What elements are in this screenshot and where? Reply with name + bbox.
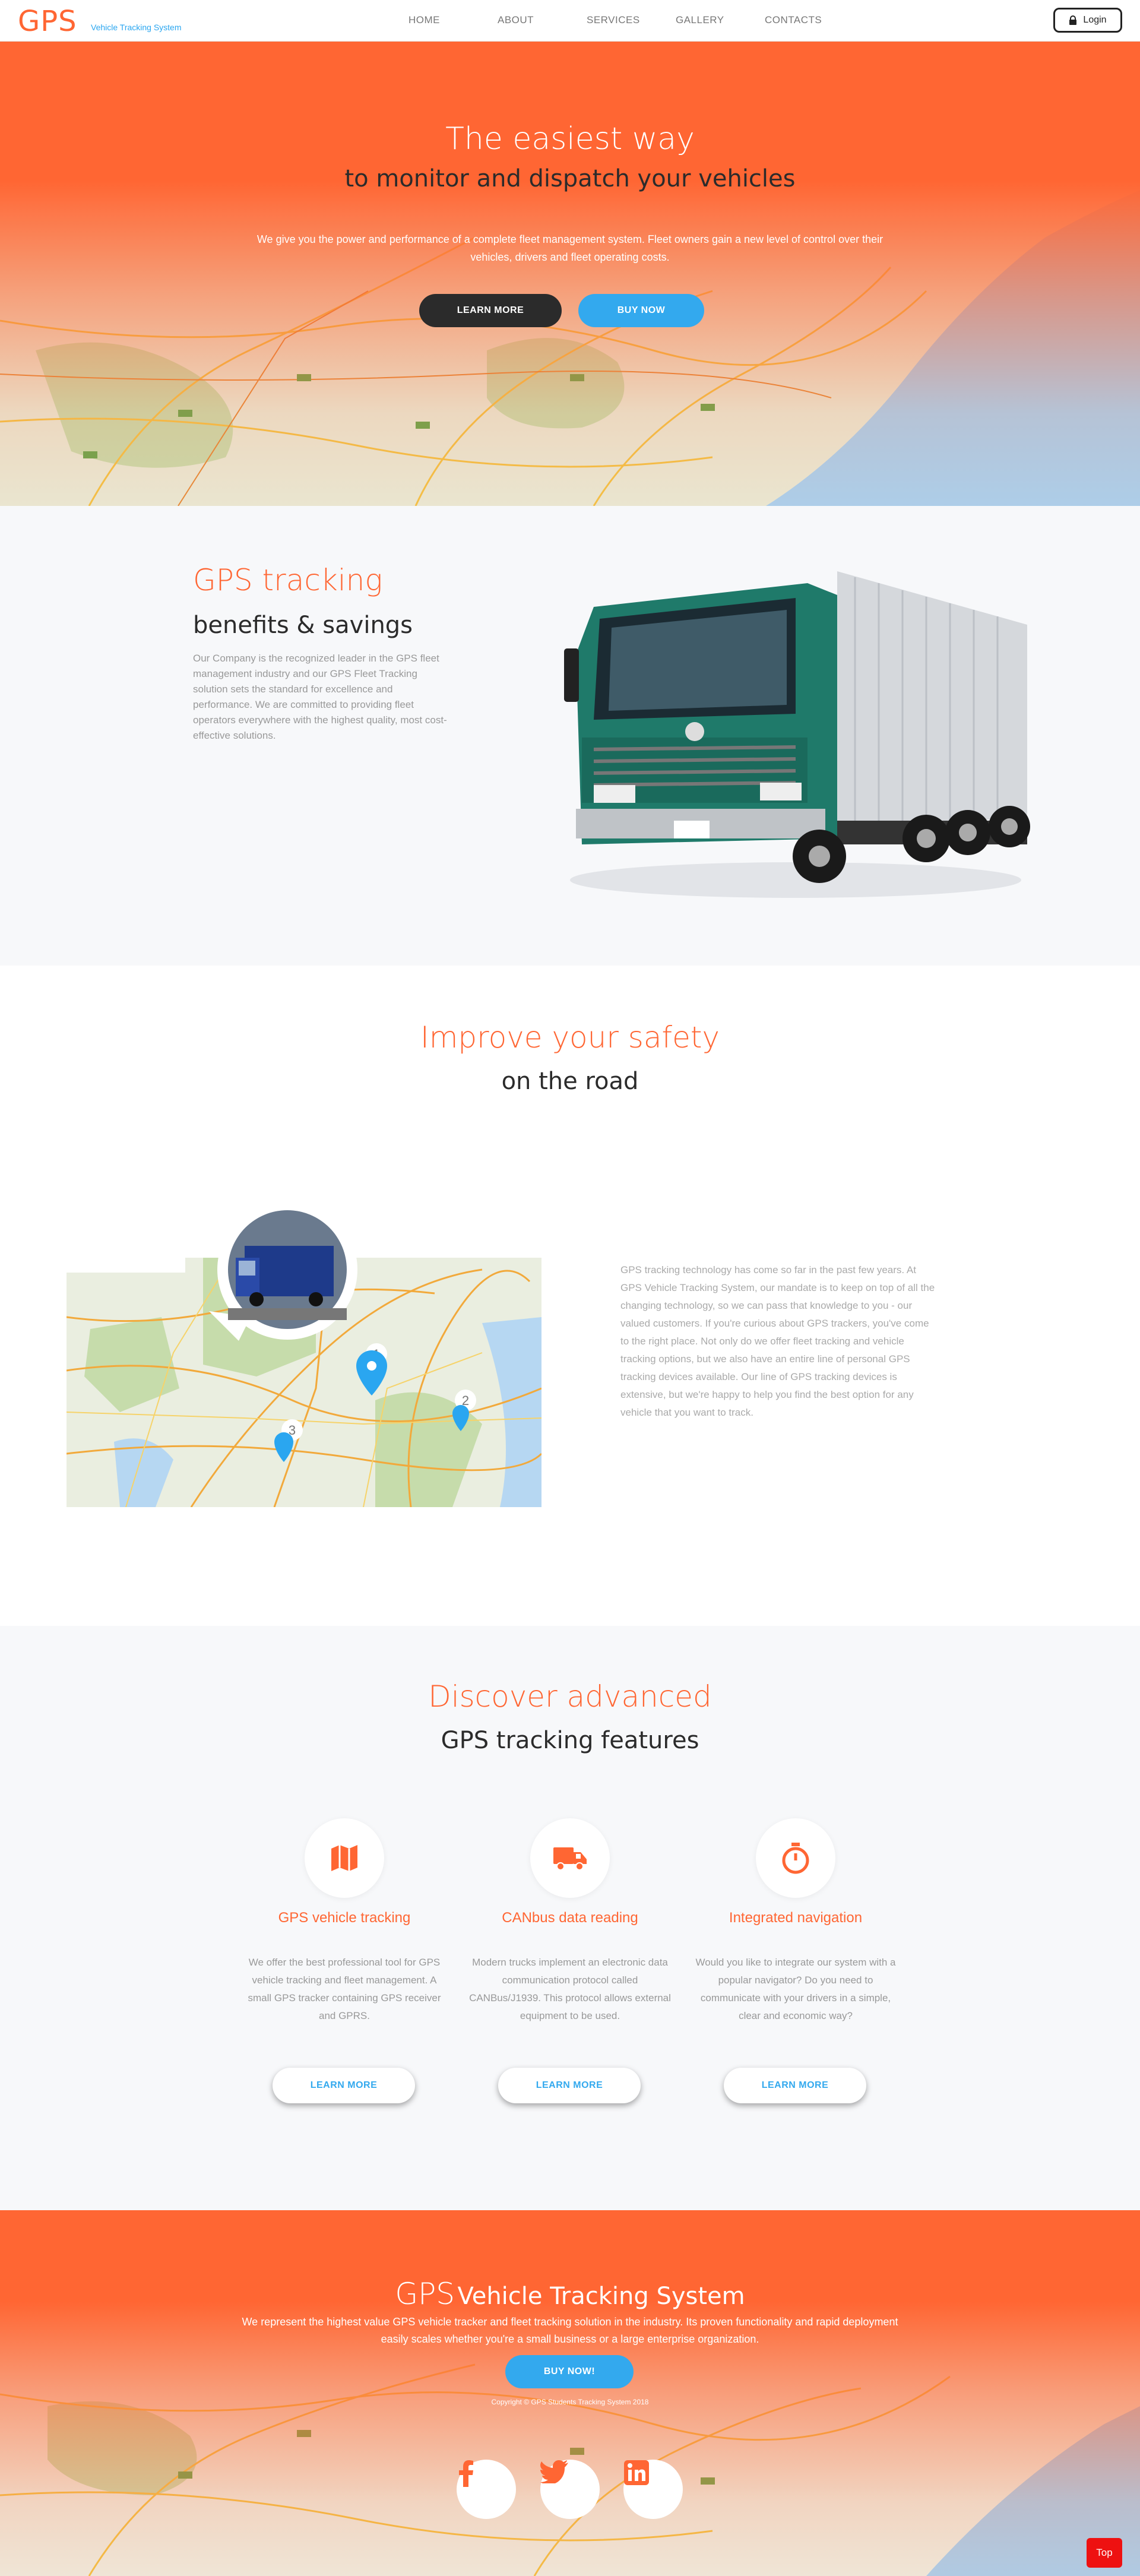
feature-learn-more-button-2[interactable]: LEARN MORE: [498, 2068, 641, 2103]
map-icon: [331, 1845, 357, 1871]
features-section: Discover advanced GPS tracking features …: [0, 1626, 1140, 2210]
benefits-section: GPS tracking benefits & savings Our Comp…: [0, 506, 1140, 966]
facebook-icon: [459, 2460, 473, 2487]
feature-map-card-icon: [305, 1818, 384, 1898]
login-label: Login: [1083, 15, 1107, 25]
feature-learn-more-button-3[interactable]: LEARN MORE: [724, 2068, 866, 2103]
footer-brand-rest: Vehicle Tracking System: [457, 2283, 745, 2310]
nav-contacts[interactable]: CONTACTS: [765, 14, 854, 26]
twitter-link[interactable]: [540, 2460, 600, 2519]
features-title: Discover advanced: [428, 1679, 712, 1714]
footer-buy-now-button[interactable]: BUY NOW!: [505, 2355, 634, 2388]
feature-learn-more-button-1[interactable]: LEARN MORE: [273, 2068, 415, 2103]
hero-description: We give you the power and performance of…: [256, 233, 884, 263]
footer-brand: GPS Vehicle Tracking System: [0, 2277, 1140, 2311]
linkedin-icon: [624, 2460, 649, 2485]
feature-text-3: Would you like to integrate our system w…: [695, 1957, 896, 2021]
truck-image: [564, 571, 1030, 898]
hero-section: The easiest way to monitor and dispatch …: [0, 42, 1140, 506]
twitter-icon: [540, 2460, 568, 2483]
feature-title-2: CANbus data reading: [502, 1910, 638, 1926]
stopwatch-icon: [782, 1843, 809, 1874]
feature-truck-card-icon: [530, 1818, 610, 1898]
tracking-map: 1 2 3: [66, 1200, 542, 1507]
linkedin-link[interactable]: [623, 2460, 683, 2519]
nav-home[interactable]: HOME: [408, 14, 498, 26]
hero-subtitle: to monitor and dispatch your vehicles: [344, 165, 796, 192]
features-subtitle: GPS tracking features: [441, 1727, 699, 1754]
feature-text-2: Modern trucks implement an electronic da…: [469, 1957, 671, 2021]
safety-title: Improve your safety: [420, 1020, 720, 1055]
benefits-title: GPS tracking: [193, 563, 383, 597]
feature-title-3: Integrated navigation: [729, 1910, 863, 1926]
benefits-subtitle: benefits & savings: [193, 612, 413, 639]
lock-icon: [1069, 15, 1077, 25]
buy-now-button[interactable]: BUY NOW: [578, 294, 704, 327]
facebook-link[interactable]: [457, 2460, 516, 2519]
truck-icon: [553, 1847, 587, 1871]
safety-section: Improve your safety on the road 2 3 GPS …: [0, 966, 1140, 1626]
logo-subtitle: Vehicle Tracking System: [91, 23, 182, 32]
learn-more-button[interactable]: LEARN MORE: [419, 294, 562, 327]
footer-brand-gps: GPS: [395, 2277, 455, 2311]
site-footer: GPS Vehicle Tracking System We represent…: [0, 2210, 1140, 2576]
nav-services[interactable]: SERVICES: [587, 14, 676, 26]
feature-stopwatch-card-icon: [756, 1818, 835, 1898]
footer-text: We represent the highest value GPS vehic…: [242, 2316, 898, 2345]
copyright: Copyright © GPS Students Tracking System…: [491, 2398, 649, 2406]
safety-text: GPS tracking technology has come so far …: [620, 1264, 935, 1418]
benefits-text: Our Company is the recognized leader in …: [193, 653, 447, 741]
logo[interactable]: GPS: [18, 5, 77, 38]
main-nav: HOME ABOUT SERVICES GALLERY CONTACTS: [408, 14, 854, 26]
back-to-top-button[interactable]: Top: [1087, 2538, 1122, 2568]
feature-title-1: GPS vehicle tracking: [278, 1910, 411, 1926]
login-button[interactable]: Login: [1053, 8, 1122, 33]
safety-subtitle: on the road: [501, 1068, 639, 1095]
nav-gallery[interactable]: GALLERY: [676, 14, 765, 26]
site-header: GPS Vehicle Tracking System HOME ABOUT S…: [0, 0, 1140, 42]
hero-title: The easiest way: [445, 121, 695, 157]
feature-text-1: We offer the best professional tool for …: [248, 1957, 441, 2021]
nav-about[interactable]: ABOUT: [498, 14, 587, 26]
